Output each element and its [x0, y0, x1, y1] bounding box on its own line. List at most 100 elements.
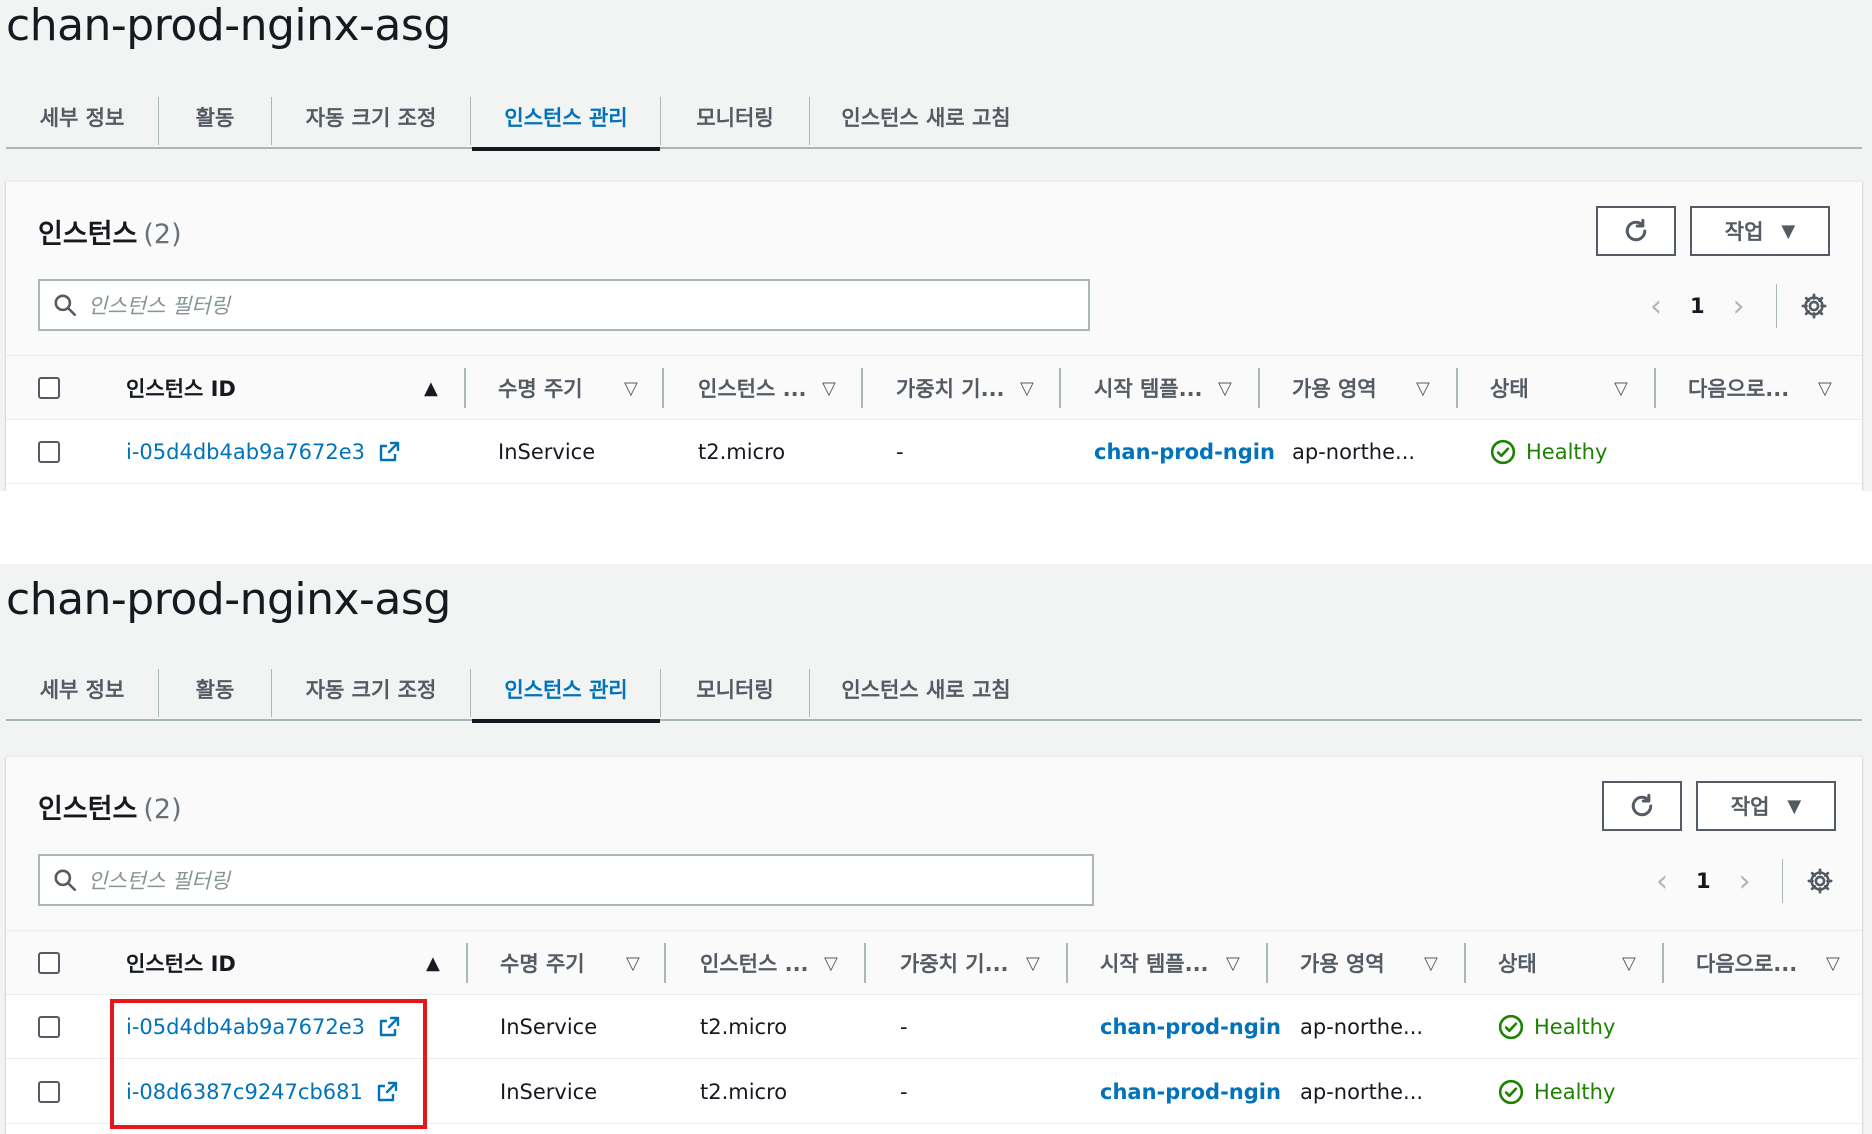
column-divider[interactable] [1266, 943, 1268, 983]
sort-icon[interactable]: ▽ [1020, 378, 1034, 399]
sort-icon[interactable]: ▽ [1026, 953, 1040, 974]
col-lifecycle[interactable]: 수명 주기 [500, 931, 585, 995]
column-divider[interactable] [1464, 943, 1466, 983]
actions-dropdown[interactable]: 작업 ▼ [1690, 206, 1830, 256]
col-launch-template[interactable]: 시작 템플... [1100, 931, 1209, 995]
instance-filter-input[interactable]: 인스턴스 필터링 [38, 279, 1090, 331]
health-status-cell: Healthy [1498, 1060, 1615, 1124]
sort-icon[interactable]: ▽ [1622, 953, 1636, 974]
col-status[interactable]: 상태 [1498, 931, 1537, 995]
col-launch-template[interactable]: 시작 템플... [1094, 356, 1203, 420]
col-instance-id[interactable]: 인스턴스 ID [126, 356, 236, 420]
col-instance-type[interactable]: 인스턴스 ... [700, 931, 809, 995]
column-divider[interactable] [1662, 943, 1664, 983]
next-page-icon[interactable]: › [1739, 864, 1751, 899]
col-availability-zone[interactable]: 가용 영역 [1292, 356, 1377, 420]
tab-activity[interactable]: 활동 [159, 85, 271, 149]
sort-icon[interactable]: ▽ [1614, 378, 1628, 399]
search-icon [54, 869, 77, 892]
prev-page-icon[interactable]: ‹ [1650, 289, 1662, 324]
col-weight[interactable]: 가중치 기... [896, 356, 1005, 420]
refresh-button[interactable] [1602, 781, 1682, 831]
col-lifecycle[interactable]: 수명 주기 [498, 356, 583, 420]
card-title: 인스턴스 (2) [38, 787, 182, 826]
availability-zone-cell: ap-northe... [1300, 1080, 1424, 1104]
launch-template-link[interactable]: chan-prod-ngin [1100, 995, 1281, 1059]
success-check-icon [1490, 439, 1516, 465]
status-text: Healthy [1526, 440, 1608, 464]
column-divider[interactable] [464, 368, 466, 408]
col-instance-id[interactable]: 인스턴스 ID [126, 931, 236, 995]
instance-type-cell: t2.micro [700, 1015, 788, 1039]
settings-gear-icon[interactable] [1800, 292, 1828, 320]
sort-icon[interactable]: ▽ [1424, 953, 1438, 974]
screen-before: chan-prod-nginx-asg 세부 정보 활동 자동 크기 조정 인스… [0, 0, 1872, 491]
col-next[interactable]: 다음으로... [1696, 931, 1797, 995]
row-checkbox[interactable] [38, 441, 60, 463]
lifecycle-cell: InService [498, 440, 596, 464]
col-availability-zone[interactable]: 가용 영역 [1300, 931, 1385, 995]
tab-instance-management[interactable]: 인스턴스 관리 [472, 85, 660, 151]
col-status[interactable]: 상태 [1490, 356, 1529, 420]
sort-asc-icon[interactable]: ▲ [426, 953, 440, 974]
tab-bar: 세부 정보 활동 자동 크기 조정 인스턴스 관리 모니터링 인스턴스 새로 고… [6, 85, 1862, 151]
card-title-text: 인스턴스 [38, 219, 138, 250]
instance-filter-input[interactable]: 인스턴스 필터링 [38, 854, 1094, 906]
column-divider[interactable] [664, 943, 666, 983]
sort-icon[interactable]: ▽ [1416, 378, 1430, 399]
tab-monitoring[interactable]: 모니터링 [661, 85, 809, 149]
tab-auto-scaling[interactable]: 자동 크기 조정 [272, 85, 470, 149]
sort-icon[interactable]: ▽ [1818, 378, 1832, 399]
status-text: Healthy [1534, 1015, 1616, 1039]
next-page-icon[interactable]: › [1733, 289, 1745, 324]
launch-template-link[interactable]: chan-prod-ngin [1094, 420, 1275, 484]
external-link-icon[interactable] [377, 440, 401, 464]
actions-dropdown[interactable]: 작업 ▼ [1696, 781, 1836, 831]
column-divider[interactable] [1654, 368, 1656, 408]
select-all-checkbox[interactable] [38, 952, 60, 974]
tab-monitoring[interactable]: 모니터링 [661, 657, 809, 721]
weight-cell: - [900, 1015, 908, 1039]
sort-icon[interactable]: ▽ [624, 378, 638, 399]
select-all-checkbox[interactable] [38, 377, 60, 399]
column-divider[interactable] [662, 368, 664, 408]
row-checkbox[interactable] [38, 1016, 60, 1038]
current-page[interactable]: 1 [1690, 294, 1705, 318]
highlight-box [110, 999, 427, 1129]
tab-activity[interactable]: 활동 [159, 657, 271, 721]
tab-instance-refresh[interactable]: 인스턴스 새로 고침 [810, 85, 1042, 149]
sort-icon[interactable]: ▽ [1226, 953, 1240, 974]
column-divider[interactable] [1258, 368, 1260, 408]
search-placeholder: 인스턴스 필터링 [88, 294, 230, 318]
launch-template-link[interactable]: chan-prod-ngin [1100, 1060, 1281, 1124]
sort-icon[interactable]: ▽ [1826, 953, 1840, 974]
sort-icon[interactable]: ▽ [626, 953, 640, 974]
col-weight[interactable]: 가중치 기... [900, 931, 1009, 995]
tab-instance-refresh[interactable]: 인스턴스 새로 고침 [810, 657, 1042, 721]
col-instance-type[interactable]: 인스턴스 ... [698, 356, 807, 420]
column-divider[interactable] [864, 943, 866, 983]
sort-icon[interactable]: ▽ [824, 953, 838, 974]
column-divider[interactable] [1059, 368, 1061, 408]
screen-after: chan-prod-nginx-asg 세부 정보 활동 자동 크기 조정 인스… [0, 564, 1872, 1134]
tab-details[interactable]: 세부 정보 [6, 85, 158, 149]
column-divider[interactable] [1456, 368, 1458, 408]
current-page[interactable]: 1 [1696, 869, 1711, 893]
sort-asc-icon[interactable]: ▲ [424, 378, 438, 399]
row-checkbox[interactable] [38, 1081, 60, 1103]
instance-id-link[interactable]: i-05d4db4ab9a7672e3 [126, 440, 365, 464]
column-divider[interactable] [861, 368, 863, 408]
tab-instance-management[interactable]: 인스턴스 관리 [472, 657, 660, 723]
sort-icon[interactable]: ▽ [822, 378, 836, 399]
settings-gear-icon[interactable] [1806, 867, 1834, 895]
column-divider[interactable] [1066, 943, 1068, 983]
tab-details[interactable]: 세부 정보 [6, 657, 158, 721]
refresh-button[interactable] [1596, 206, 1676, 256]
tab-bar: 세부 정보 활동 자동 크기 조정 인스턴스 관리 모니터링 인스턴스 새로 고… [6, 657, 1862, 723]
prev-page-icon[interactable]: ‹ [1656, 864, 1668, 899]
sort-icon[interactable]: ▽ [1218, 378, 1232, 399]
col-next[interactable]: 다음으로... [1688, 356, 1789, 420]
column-divider[interactable] [466, 943, 468, 983]
table-row[interactable]: i-05d4db4ab9a7672e3 InService t2.micro -… [6, 420, 1862, 484]
tab-auto-scaling[interactable]: 자동 크기 조정 [272, 657, 470, 721]
